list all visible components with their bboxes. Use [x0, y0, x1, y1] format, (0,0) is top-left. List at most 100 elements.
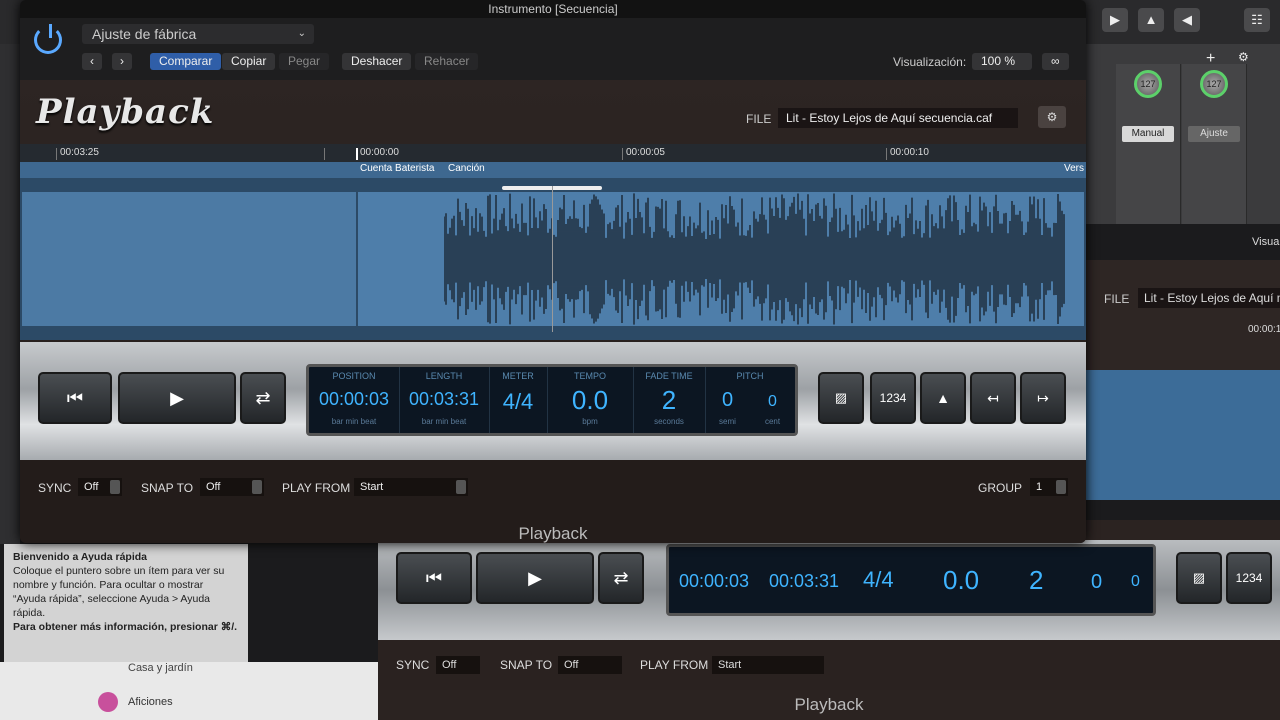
settings-icon[interactable]: ⚙	[1238, 50, 1249, 64]
prev-preset-button[interactable]: ‹	[82, 53, 102, 70]
zoom-select[interactable]: 100 %	[972, 53, 1032, 70]
list-item[interactable]: Casa y jardín	[128, 662, 193, 674]
rewind-button[interactable]: ⏮	[396, 552, 472, 604]
loop-button[interactable]: ⇄	[598, 552, 644, 604]
length-value: 00:03:31	[769, 571, 840, 591]
background-sidebar	[0, 44, 20, 544]
window-title: Instrumento [Secuencia]	[488, 2, 618, 16]
metronome-button[interactable]: ▲	[920, 372, 966, 424]
semi-units: semi	[719, 417, 736, 426]
power-icon-line	[49, 24, 52, 38]
background-list: Casa y jardín Aficiones	[0, 662, 378, 720]
flex-right-button[interactable]: ↦	[1020, 372, 1066, 424]
snap-select[interactable]: Off	[558, 656, 622, 674]
undo-button[interactable]: Deshacer	[342, 53, 412, 70]
view-label: Visualización:	[893, 55, 967, 69]
length-label: LENGTH	[425, 371, 463, 381]
truncated-text: Visua	[1252, 236, 1280, 248]
automation-label[interactable]: Manual	[1122, 126, 1174, 142]
file-field[interactable]: Lit - Estoy Lejos de Aquí m	[1138, 288, 1280, 308]
timeline-ruler[interactable]: 00:03:25 00:00:00 00:00:05 00:00:10	[20, 144, 1086, 162]
meter-cell[interactable]: METER 4/4	[489, 367, 548, 433]
preset-name: Ajuste de fábrica	[92, 26, 197, 42]
plugin-header: Ajuste de fábrica ⌄ ‹ › Comparar Copiar …	[20, 18, 1086, 80]
marker-label[interactable]: Vers	[1064, 163, 1084, 174]
flex-left-button[interactable]: ↤	[970, 372, 1016, 424]
tempo-units: bpm	[582, 417, 598, 426]
transport-panel: ⏮ ▶ ⇄ POSITION 00:00:03 bar min beat LEN…	[20, 342, 1086, 460]
length-cell[interactable]: LENGTH 00:03:31 bar min beat	[399, 367, 490, 433]
metronome-icon[interactable]: ▲	[1138, 8, 1164, 32]
waveform-path	[444, 193, 1065, 325]
pre-roll-region[interactable]	[22, 192, 358, 326]
sync-select[interactable]: Off	[78, 478, 122, 496]
fade-label: FADE TIME	[645, 371, 693, 381]
pitch-cell[interactable]: PITCH 0 0 semi cent	[705, 367, 795, 433]
sync-value: Off	[84, 481, 99, 493]
marker-label[interactable]: Cuenta Baterista	[360, 163, 435, 174]
speaker-icon[interactable]: ◀	[1174, 8, 1200, 32]
count-in-button[interactable]: 1234	[1226, 552, 1272, 604]
background-mixer: + ⚙ 127 Manual 127 Ajuste Visua	[1086, 44, 1280, 248]
fade-cell[interactable]: FADE TIME 2 seconds	[633, 367, 706, 433]
gear-icon[interactable]: ⚙	[1038, 106, 1066, 128]
volume-knob[interactable]: 127	[1134, 70, 1162, 98]
position-value: 00:00:03	[318, 389, 390, 409]
waveform	[444, 193, 1065, 325]
group-select[interactable]: 1	[1030, 478, 1068, 496]
link-icon[interactable]: ∞	[1042, 53, 1069, 70]
tempo-cell[interactable]: TEMPO 0.0 bpm	[547, 367, 634, 433]
ruler-label: 00:00:00	[360, 147, 399, 158]
marker-lane[interactable]: Cuenta Baterista Canción Vers	[20, 162, 1086, 178]
file-label: FILE	[1104, 292, 1130, 306]
meter-label: METER	[502, 371, 534, 381]
next-preset-button[interactable]: ›	[112, 53, 132, 70]
position-cell[interactable]: POSITION 00:00:03 bar min beat	[309, 367, 400, 433]
meter-value: 4/4	[863, 567, 894, 592]
automation-label[interactable]: Ajuste	[1188, 126, 1240, 142]
length-units: bar min beat	[421, 417, 467, 426]
count-in-button[interactable]: 1234	[870, 372, 916, 424]
meter-value: 4/4	[502, 389, 534, 414]
play-icon[interactable]: ▶	[1102, 8, 1128, 32]
paste-button[interactable]: Pegar	[279, 53, 330, 70]
playfrom-select[interactable]: Start	[712, 656, 824, 674]
sync-select[interactable]: Off	[436, 656, 480, 674]
tempo-value: 0.0	[943, 565, 980, 595]
playfrom-label: PLAY FROM	[640, 658, 709, 672]
pitch-label: PITCH	[736, 371, 764, 381]
channel-strip: 127 Manual	[1116, 64, 1181, 224]
semi-value: 0	[721, 389, 734, 411]
redo-button[interactable]: Rehacer	[415, 53, 479, 70]
stepper-icon	[456, 480, 466, 494]
compare-button[interactable]: Comparar	[150, 53, 222, 70]
power-icon[interactable]	[34, 26, 62, 54]
marker-label[interactable]: Canción	[448, 163, 485, 174]
playfrom-select[interactable]: Start	[354, 478, 468, 496]
ruler-tick	[886, 148, 887, 160]
playhead-tick	[356, 148, 358, 160]
position-units: bar min beat	[331, 417, 377, 426]
list-item[interactable]: Aficiones	[128, 696, 173, 708]
play-button[interactable]: ▶	[476, 552, 594, 604]
cent-units: cent	[764, 417, 781, 426]
playhead[interactable]	[552, 186, 553, 332]
plugin-window: Instrumento [Secuencia] Ajuste de fábric…	[20, 0, 1086, 543]
volume-knob[interactable]: 127	[1200, 70, 1228, 98]
length-value: 00:03:31	[408, 389, 480, 409]
copy-button[interactable]: Copiar	[222, 53, 276, 70]
fade-value: 2	[661, 385, 677, 415]
playback-plugin: Playback FILE Lit - Estoy Lejos de Aquí …	[20, 80, 1086, 543]
loop-button[interactable]: ⇄	[240, 372, 286, 424]
waveform-view-button[interactable]: ▨	[1176, 552, 1222, 604]
file-field[interactable]: Lit - Estoy Lejos de Aquí secuencia.caf	[778, 108, 1018, 128]
waveform-view-button[interactable]: ▨	[818, 372, 864, 424]
background-bottom-bar: SYNC Off SNAP TO Off PLAY FROM Start	[378, 640, 1280, 690]
snap-select[interactable]: Off	[200, 478, 264, 496]
rewind-button[interactable]: ⏮	[38, 372, 112, 424]
preset-select[interactable]: Ajuste de fábrica ⌄	[82, 24, 314, 44]
mixer-icon[interactable]: ☷	[1244, 8, 1270, 32]
group-value: 1	[1036, 481, 1043, 493]
play-button[interactable]: ▶	[118, 372, 236, 424]
stepper-icon	[110, 480, 120, 494]
